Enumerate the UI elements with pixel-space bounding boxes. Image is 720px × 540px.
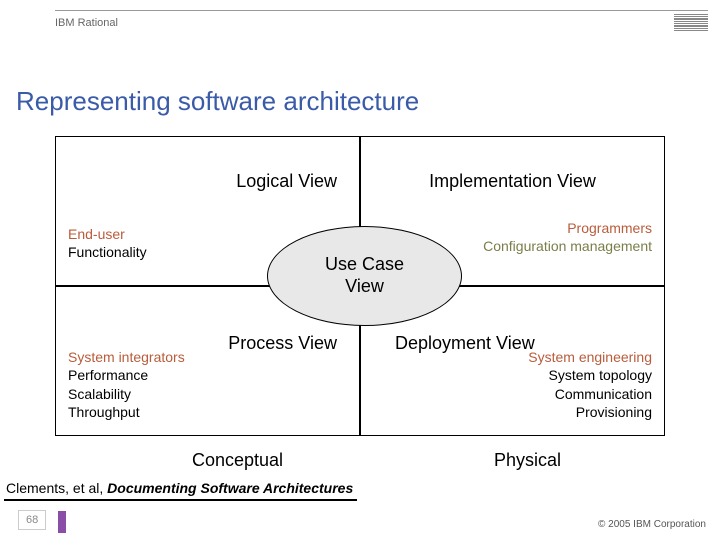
accent-bar [58, 511, 66, 533]
use-case-line2: View [345, 276, 384, 298]
stakeholder-concern: Throughput [68, 403, 185, 421]
stakeholder-role: Programmers [483, 219, 652, 237]
stakeholder-concern: Scalability [68, 385, 185, 403]
axis-left-label: Conceptual [55, 450, 360, 471]
deployment-view-stakeholders: System engineering System topology Commu… [528, 348, 652, 421]
stakeholder-concern: Performance [68, 366, 185, 384]
implementation-view-title: Implementation View [373, 171, 652, 192]
stakeholder-concern: Functionality [68, 243, 147, 261]
axis-right-label: Physical [360, 450, 665, 471]
stakeholder-role: System integrators [68, 348, 185, 366]
process-view-stakeholders: System integrators Performance Scalabili… [68, 348, 185, 421]
stakeholder-concern: Provisioning [528, 403, 652, 421]
stakeholder-role: End-user [68, 225, 147, 243]
citation: Clements, et al, Documenting Software Ar… [4, 478, 357, 501]
logical-view-title: Logical View [68, 171, 337, 192]
citation-authors: Clements, et al, [6, 480, 107, 496]
page-title: Representing software architecture [16, 86, 419, 117]
copyright-text: © 2005 IBM Corporation [598, 519, 706, 530]
stakeholder-role: System engineering [528, 348, 652, 366]
header-bar: IBM Rational [55, 10, 708, 32]
use-case-view-ellipse: Use Case View [267, 226, 462, 326]
logical-view-stakeholders: End-user Functionality [68, 225, 147, 261]
use-case-line1: Use Case [325, 254, 404, 276]
stakeholder-concern: Configuration management [483, 237, 652, 255]
stakeholder-concern: Communication [528, 385, 652, 403]
brand-text: IBM Rational [55, 17, 118, 29]
page-number: 68 [18, 510, 46, 530]
four-plus-one-diagram: Logical View End-user Functionality Impl… [55, 136, 665, 436]
axis-labels: Conceptual Physical [55, 450, 665, 471]
implementation-view-stakeholders: Programmers Configuration management [483, 219, 652, 255]
citation-title: Documenting Software Architectures [107, 480, 353, 496]
ibm-logo-icon [674, 14, 708, 31]
stakeholder-concern: System topology [528, 366, 652, 384]
